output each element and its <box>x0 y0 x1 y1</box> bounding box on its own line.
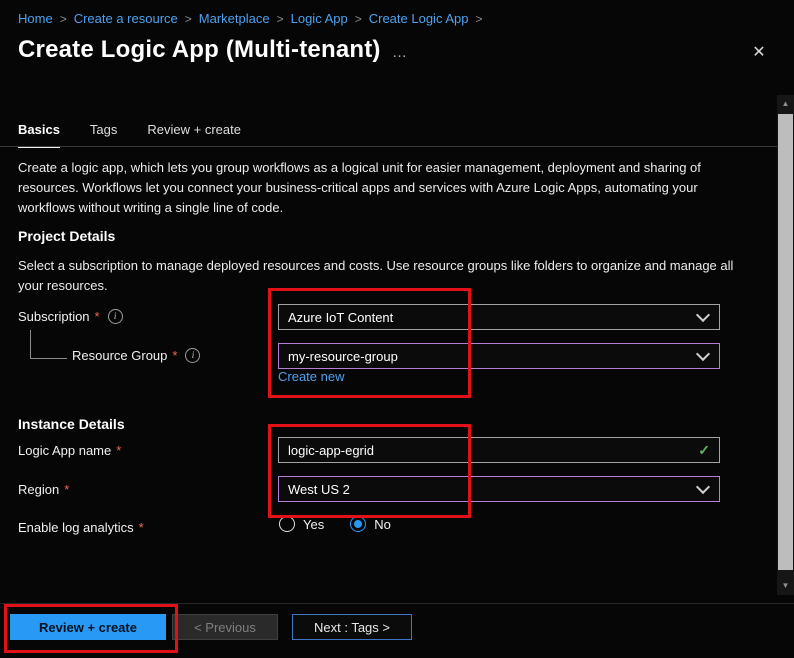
required-asterisk: * <box>64 482 69 497</box>
resource-group-dropdown[interactable]: my-resource-group <box>278 343 720 369</box>
region-value: West US 2 <box>288 482 350 497</box>
required-asterisk: * <box>116 443 121 458</box>
logic-app-name-input[interactable] <box>288 443 698 458</box>
log-analytics-no-radio[interactable] <box>350 516 366 532</box>
log-analytics-label: Enable log analytics * <box>18 520 144 535</box>
breadcrumb-separator: > <box>277 12 284 26</box>
breadcrumb-separator: > <box>475 12 482 26</box>
review-create-button[interactable]: Review + create <box>10 614 166 640</box>
logic-app-name-field[interactable]: ✓ <box>278 437 720 463</box>
chevron-down-icon <box>696 347 710 361</box>
logic-app-name-label: Logic App name * <box>18 443 121 458</box>
resource-group-value: my-resource-group <box>288 349 398 364</box>
scroll-up-icon[interactable]: ▲ <box>777 96 794 112</box>
project-details-description: Select a subscription to manage deployed… <box>18 256 740 296</box>
checkmark-icon: ✓ <box>698 442 710 459</box>
breadcrumb-item-marketplace[interactable]: Marketplace <box>199 11 270 26</box>
breadcrumb-item-logic-app[interactable]: Logic App <box>291 11 348 26</box>
subscription-dropdown[interactable]: Azure IoT Content <box>278 304 720 330</box>
resource-group-label-text: Resource Group <box>72 348 167 363</box>
project-details-heading: Project Details <box>18 228 115 244</box>
next-tags-button[interactable]: Next : Tags > <box>292 614 412 640</box>
required-asterisk: * <box>139 520 144 535</box>
required-asterisk: * <box>172 348 177 363</box>
intro-text: Create a logic app, which lets you group… <box>18 158 716 218</box>
log-analytics-yes-option[interactable]: Yes <box>279 516 324 532</box>
log-analytics-no-label: No <box>374 517 391 532</box>
scroll-down-icon[interactable]: ▼ <box>777 578 794 594</box>
close-icon[interactable]: ✕ <box>746 40 772 66</box>
log-analytics-label-text: Enable log analytics <box>18 520 134 535</box>
resource-group-label: Resource Group * i <box>72 348 200 363</box>
subscription-label-text: Subscription <box>18 309 90 324</box>
info-icon[interactable]: i <box>108 309 123 324</box>
breadcrumb-item-home[interactable]: Home <box>18 11 53 26</box>
create-new-link[interactable]: Create new <box>278 369 344 384</box>
log-analytics-radio-group: Yes No <box>279 516 391 532</box>
resource-group-connector-line <box>30 330 67 359</box>
log-analytics-yes-label: Yes <box>303 517 324 532</box>
page-title: Create Logic App (Multi-tenant) <box>18 36 381 64</box>
region-dropdown[interactable]: West US 2 <box>278 476 720 502</box>
breadcrumb-item-create-a-resource[interactable]: Create a resource <box>74 11 178 26</box>
title-ellipsis: … <box>392 44 407 61</box>
tab-review-create[interactable]: Review + create <box>147 122 241 148</box>
info-icon[interactable]: i <box>185 348 200 363</box>
tab-tags[interactable]: Tags <box>90 122 117 148</box>
footer-divider <box>0 603 794 604</box>
chevron-down-icon <box>696 480 710 494</box>
region-label-text: Region <box>18 482 59 497</box>
region-label: Region * <box>18 482 69 497</box>
breadcrumb: Home > Create a resource > Marketplace >… <box>18 11 482 26</box>
required-asterisk: * <box>95 309 100 324</box>
subscription-value: Azure IoT Content <box>288 310 393 325</box>
tab-basics[interactable]: Basics <box>18 122 60 148</box>
subscription-label: Subscription * i <box>18 309 123 324</box>
log-analytics-yes-radio[interactable] <box>279 516 295 532</box>
log-analytics-no-option[interactable]: No <box>350 516 391 532</box>
create-logic-app-page: Home > Create a resource > Marketplace >… <box>0 0 794 658</box>
logic-app-name-label-text: Logic App name <box>18 443 111 458</box>
instance-details-heading: Instance Details <box>18 416 125 432</box>
previous-button[interactable]: < Previous <box>172 614 278 640</box>
breadcrumb-separator: > <box>185 12 192 26</box>
breadcrumb-separator: > <box>355 12 362 26</box>
breadcrumb-separator: > <box>60 12 67 26</box>
tab-bar: Basics Tags Review + create <box>18 122 241 148</box>
breadcrumb-item-create-logic-app[interactable]: Create Logic App <box>369 11 469 26</box>
tab-divider <box>0 146 777 147</box>
chevron-down-icon <box>696 308 710 322</box>
scrollbar-thumb[interactable] <box>778 114 793 570</box>
